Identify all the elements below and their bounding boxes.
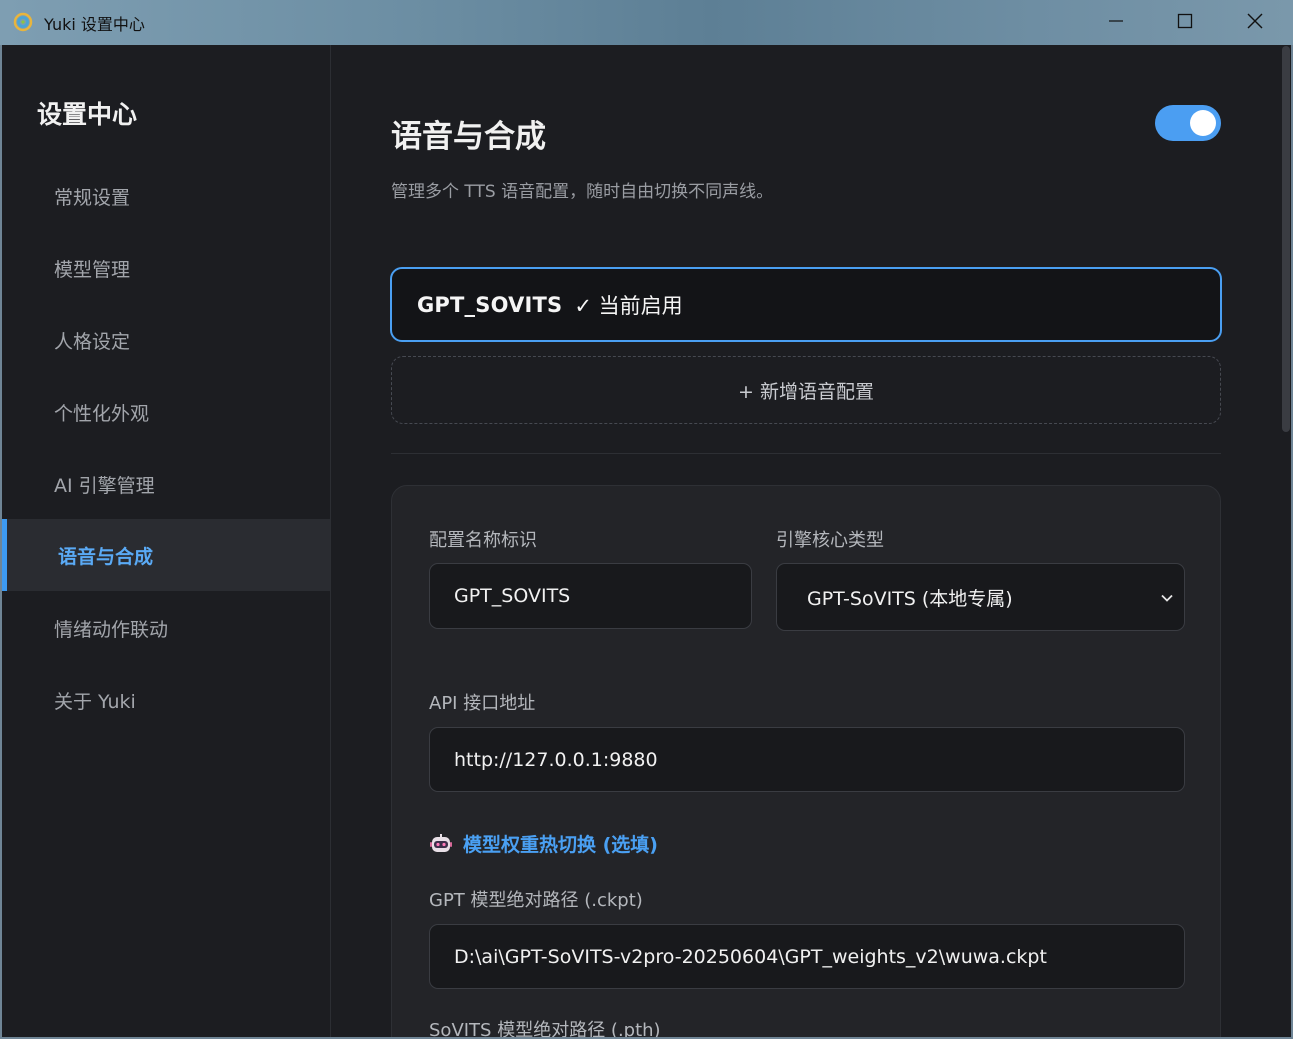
sidebar-item-ai-engine[interactable]: AI 引擎管理 <box>2 448 330 520</box>
chevron-down-icon <box>1160 588 1174 610</box>
sidebar-item-models[interactable]: 模型管理 <box>2 232 330 304</box>
window-title: Yuki 设置中心 <box>44 15 145 34</box>
sovits-path-label: SoVITS 模型绝对路径 (.pth) <box>429 1020 661 1037</box>
sidebar-item-appearance[interactable]: 个性化外观 <box>2 376 330 448</box>
minimize-icon <box>1108 13 1124 33</box>
voice-profile-card[interactable]: GPT_SOVITS ✓ 当前启用 <box>390 267 1222 342</box>
toggle-knob <box>1190 110 1216 136</box>
main-content: 语音与合成 管理多个 TTS 语音配置，随时自由切换不同声线。 GPT_SOVI… <box>331 45 1280 1037</box>
voice-enable-toggle[interactable] <box>1155 105 1221 141</box>
divider <box>391 453 1221 454</box>
engine-type-select[interactable]: GPT-SoVITS (本地专属) <box>776 563 1185 631</box>
weights-section-heading: 模型权重热切换 (选填) <box>429 830 658 857</box>
api-url-input[interactable]: http://127.0.0.1:9880 <box>429 727 1185 792</box>
weights-section-title: 模型权重热切换 (选填) <box>463 834 658 856</box>
title-bar: Yuki 设置中心 <box>0 0 1293 45</box>
sidebar: 设置中心 常规设置 模型管理 人格设定 个性化外观 AI 引擎管理 语音与合成 … <box>2 45 331 1037</box>
profile-name: GPT_SOVITS <box>417 292 563 317</box>
sidebar-item-general[interactable]: 常规设置 <box>2 160 330 232</box>
config-name-label: 配置名称标识 <box>429 530 537 551</box>
gpt-path-input[interactable]: D:\ai\GPT-SoVITS-v2pro-20250604\GPT_weig… <box>429 924 1185 989</box>
config-name-input[interactable]: GPT_SOVITS <box>429 563 752 629</box>
app-logo-icon <box>13 12 33 32</box>
close-button[interactable] <box>1220 0 1290 45</box>
engine-type-label: 引擎核心类型 <box>776 530 884 551</box>
robot-icon <box>429 832 453 856</box>
add-voice-profile-button[interactable]: + 新增语音配置 <box>391 356 1221 424</box>
gpt-path-label: GPT 模型绝对路径 (.ckpt) <box>429 890 643 911</box>
sidebar-item-voice[interactable]: 语音与合成 <box>2 519 330 591</box>
sidebar-title: 设置中心 <box>37 100 138 129</box>
maximize-icon <box>1177 13 1193 33</box>
sidebar-item-about[interactable]: 关于 Yuki <box>2 664 330 736</box>
profile-status: ✓ 当前启用 <box>574 293 683 318</box>
scrollbar-thumb[interactable] <box>1282 46 1290 432</box>
page-title: 语音与合成 <box>391 119 546 155</box>
sidebar-item-persona[interactable]: 人格设定 <box>2 304 330 376</box>
api-label: API 接口地址 <box>429 693 536 714</box>
close-icon <box>1246 12 1264 34</box>
sidebar-item-emotion[interactable]: 情绪动作联动 <box>2 592 330 664</box>
config-panel: 配置名称标识 GPT_SOVITS 引擎核心类型 GPT-SoVITS (本地专… <box>391 485 1221 1037</box>
maximize-button[interactable] <box>1150 0 1220 45</box>
minimize-button[interactable] <box>1081 0 1151 45</box>
engine-type-value: GPT-SoVITS (本地专属) <box>807 587 1013 610</box>
page-description: 管理多个 TTS 语音配置，随时自由切换不同声线。 <box>391 182 774 202</box>
